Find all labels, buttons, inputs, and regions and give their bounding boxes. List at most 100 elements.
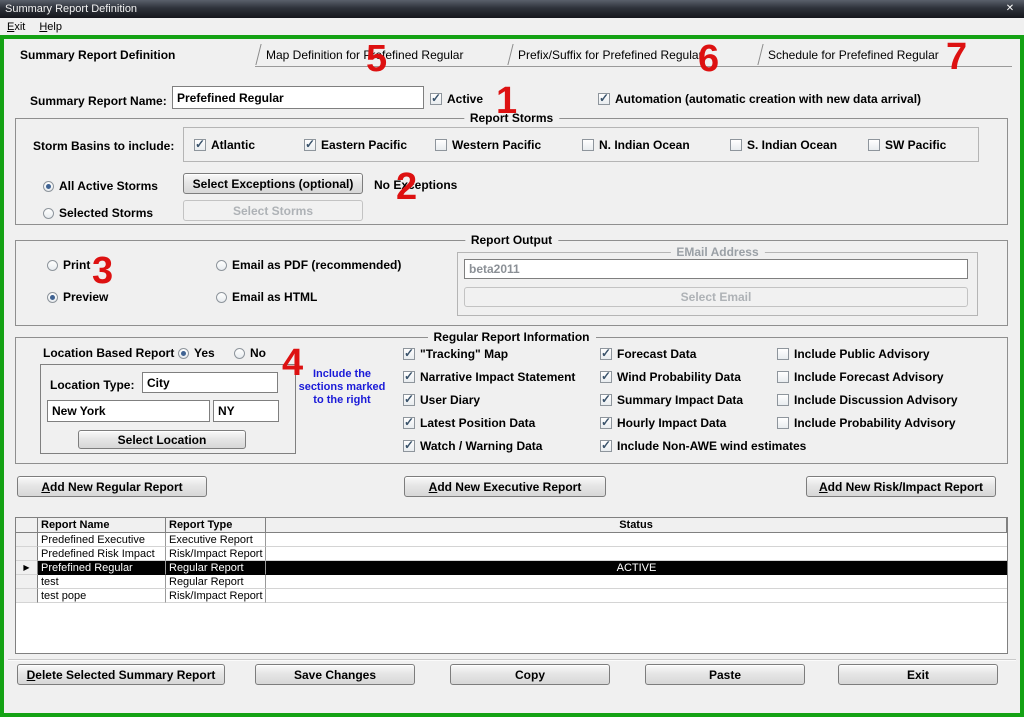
menu-bar: Exit Help (0, 18, 1024, 35)
checkbox-icon (600, 371, 612, 383)
checkbox-label: User Diary (420, 393, 480, 407)
email-html-radio[interactable]: Email as HTML (216, 290, 317, 304)
close-icon[interactable]: ✕ (1002, 2, 1018, 15)
checkbox-label: Watch / Warning Data (420, 439, 542, 453)
location-based-no-radio[interactable]: No (234, 346, 266, 360)
discussion-advisory-checkbox[interactable]: Include Discussion Advisory (777, 393, 958, 407)
basin-label: N. Indian Ocean (599, 138, 690, 152)
probability-advisory-checkbox[interactable]: Include Probability Advisory (777, 416, 956, 430)
checkbox-icon (600, 440, 612, 452)
location-type-label: Location Type: (50, 378, 134, 392)
narrative-impact-checkbox[interactable]: Narrative Impact Statement (403, 370, 575, 384)
tab-schedule[interactable]: Schedule for Prefefined Regular (768, 44, 1008, 66)
row-selector-header (16, 518, 38, 533)
add-new-regular-report-button[interactable]: Add New Regular Report (17, 476, 207, 497)
report-name-label: Summary Report Name: (30, 94, 167, 108)
exit-button[interactable]: Exit (838, 664, 998, 685)
table-row-selected[interactable]: ▶ Prefefined Regular Regular Report ACTI… (16, 561, 1007, 575)
non-awe-wind-checkbox[interactable]: Include Non-AWE wind estimates (600, 439, 806, 453)
latest-position-checkbox[interactable]: Latest Position Data (403, 416, 535, 430)
print-radio[interactable]: Print (47, 258, 90, 272)
radio-icon (47, 260, 58, 271)
row-selector[interactable] (16, 533, 38, 547)
table-row[interactable]: Predefined Executive Executive Report (16, 533, 1007, 547)
radio-label: Selected Storms (59, 206, 153, 220)
menu-exit[interactable]: Exit (0, 20, 32, 34)
copy-button[interactable]: Copy (450, 664, 610, 685)
checkbox-icon (582, 139, 594, 151)
watch-warning-checkbox[interactable]: Watch / Warning Data (403, 439, 542, 453)
radio-label: Preview (63, 290, 108, 304)
report-name-input[interactable] (172, 86, 424, 109)
report-name-header[interactable]: Report Name (38, 518, 166, 533)
user-diary-checkbox[interactable]: User Diary (403, 393, 480, 407)
checkbox-icon (403, 440, 415, 452)
summary-impact-checkbox[interactable]: Summary Impact Data (600, 393, 743, 407)
cell-status (266, 547, 1007, 561)
basin-western-pacific-checkbox[interactable]: Western Pacific (435, 138, 541, 152)
forecast-advisory-checkbox[interactable]: Include Forecast Advisory (777, 370, 944, 384)
row-selector[interactable] (16, 589, 38, 603)
checkbox-icon (194, 139, 206, 151)
report-type-header[interactable]: Report Type (166, 518, 266, 533)
active-checkbox[interactable]: Active (430, 92, 483, 106)
save-changes-button[interactable]: Save Changes (255, 664, 415, 685)
automation-checkbox[interactable]: Automation (automatic creation with new … (598, 92, 921, 106)
checkbox-icon (403, 371, 415, 383)
location-state-input[interactable] (213, 400, 279, 422)
email-address-input[interactable] (464, 259, 968, 279)
wind-probability-checkbox[interactable]: Wind Probability Data (600, 370, 741, 384)
location-based-yes-radio[interactable]: Yes (178, 346, 215, 360)
checkbox-icon (600, 417, 612, 429)
basin-eastern-pacific-checkbox[interactable]: Eastern Pacific (304, 138, 407, 152)
window-title: Summary Report Definition (5, 3, 137, 15)
checkbox-label: "Tracking" Map (420, 347, 508, 361)
radio-icon (43, 208, 54, 219)
table-row[interactable]: test Regular Report (16, 575, 1007, 589)
forecast-data-checkbox[interactable]: Forecast Data (600, 347, 696, 361)
status-header[interactable]: Status (266, 518, 1007, 533)
checkbox-label: Summary Impact Data (617, 393, 743, 407)
tab-summary-report-definition[interactable]: Summary Report Definition (20, 44, 250, 66)
basin-atlantic-checkbox[interactable]: Atlantic (194, 138, 255, 152)
basin-label: Western Pacific (452, 138, 541, 152)
add-new-executive-report-button[interactable]: Add New Executive Report (404, 476, 606, 497)
basin-s-indian-checkbox[interactable]: S. Indian Ocean (730, 138, 837, 152)
bottom-divider (8, 659, 1016, 661)
public-advisory-checkbox[interactable]: Include Public Advisory (777, 347, 930, 361)
location-city-input[interactable] (47, 400, 210, 422)
all-active-storms-radio[interactable]: All Active Storms (43, 179, 158, 193)
delete-selected-summary-report-button[interactable]: Delete Selected Summary Report (17, 664, 225, 685)
location-type-input[interactable] (142, 372, 278, 393)
tracking-map-checkbox[interactable]: "Tracking" Map (403, 347, 508, 361)
row-selector[interactable] (16, 547, 38, 561)
basin-n-indian-checkbox[interactable]: N. Indian Ocean (582, 138, 690, 152)
checkbox-label: Narrative Impact Statement (420, 370, 575, 384)
hourly-impact-checkbox[interactable]: Hourly Impact Data (600, 416, 726, 430)
table-row[interactable]: test pope Risk/Impact Report (16, 589, 1007, 603)
paste-button[interactable]: Paste (645, 664, 805, 685)
radio-icon (178, 348, 189, 359)
checkbox-label: Wind Probability Data (617, 370, 741, 384)
checkbox-icon (600, 394, 612, 406)
email-pdf-radio[interactable]: Email as PDF (recommended) (216, 258, 401, 272)
cell-report-name: test pope (38, 589, 166, 603)
report-output-title: Report Output (465, 233, 558, 247)
table-row[interactable]: Predefined Risk Impact Risk/Impact Repor… (16, 547, 1007, 561)
checkbox-icon (777, 348, 789, 360)
row-selector[interactable] (16, 575, 38, 589)
radio-icon (234, 348, 245, 359)
select-location-button[interactable]: Select Location (78, 430, 246, 449)
select-email-button: Select Email (464, 287, 968, 307)
checkbox-icon (598, 93, 610, 105)
menu-help[interactable]: Help (32, 20, 69, 34)
summary-report-definition-window: Summary Report Definition ✕ Exit Help Su… (0, 0, 1024, 717)
button-label: Add New Regular Report (41, 480, 182, 494)
select-exceptions-button[interactable]: Select Exceptions (optional) (183, 173, 363, 194)
row-selector-arrow-icon[interactable]: ▶ (16, 561, 38, 575)
radio-label: No (250, 346, 266, 360)
preview-radio[interactable]: Preview (47, 290, 108, 304)
basin-sw-pacific-checkbox[interactable]: SW Pacific (868, 138, 946, 152)
add-new-risk-impact-report-button[interactable]: Add New Risk/Impact Report (806, 476, 996, 497)
selected-storms-radio[interactable]: Selected Storms (43, 206, 153, 220)
